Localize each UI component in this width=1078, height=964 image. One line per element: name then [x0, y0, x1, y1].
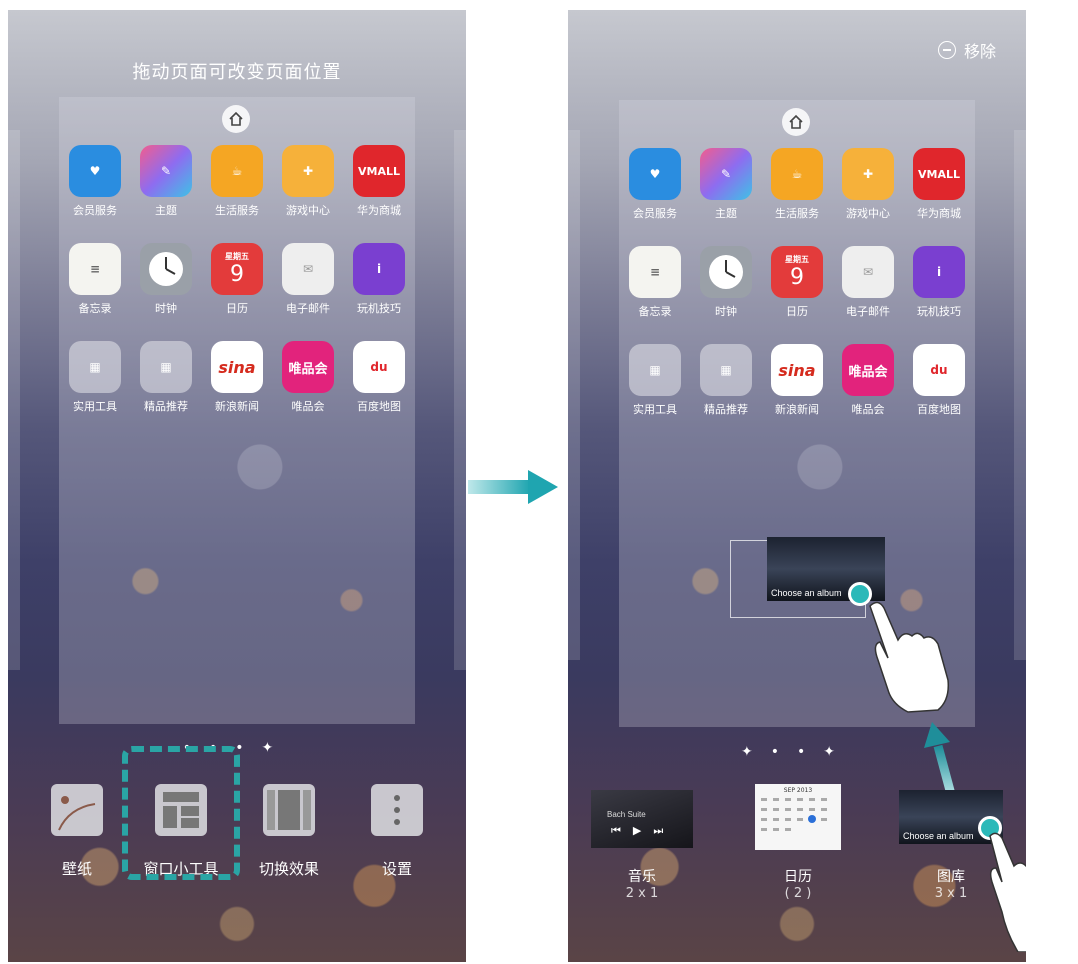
app-calendar[interactable]: 星期五 9 日历	[761, 246, 833, 319]
phone-screen-right: 移除 ♥ 会员服务 ✎ 主题 ☕ 生活服务 ✚ 游戏中心 VMALL 华为商城 ≡ 备忘录 …	[568, 10, 1026, 962]
prev-page-peek[interactable]	[8, 130, 20, 670]
app-calendar[interactable]: 星期五 9 日历	[201, 243, 273, 316]
transition-icon	[263, 784, 315, 836]
music-widget-preview: Bach Suite ⏮▶⏭	[591, 790, 693, 848]
brush-icon: ✎	[700, 148, 752, 200]
vmall-icon: VMALL	[913, 148, 965, 200]
folder-icon: ▦	[629, 344, 681, 396]
notepad-icon: ≡	[69, 243, 121, 295]
hand-pointer-icon	[869, 601, 950, 713]
sina-icon: sina	[211, 341, 263, 393]
app-vmall[interactable]: VMALL 华为商城	[343, 145, 415, 218]
folder-icon: ▦	[700, 344, 752, 396]
envelope-icon: ✉	[842, 246, 894, 298]
app-baidu-map[interactable]: du 百度地图	[343, 341, 415, 414]
vip-icon: 唯品会	[282, 341, 334, 393]
wallpaper-icon	[51, 784, 103, 836]
app-tips[interactable]: i 玩机技巧	[903, 246, 975, 319]
gamepad-icon: ✚	[842, 148, 894, 200]
app-recommend-folder[interactable]: ▦ 精品推荐	[690, 344, 762, 417]
app-life[interactable]: ☕ 生活服务	[201, 145, 273, 218]
more-dots-icon	[371, 784, 423, 836]
home-icon[interactable]	[782, 108, 810, 136]
settings-button[interactable]: 设置	[352, 784, 442, 879]
minus-circle-icon	[937, 41, 956, 59]
app-life[interactable]: ☕ 生活服务	[761, 148, 833, 221]
map-pin-icon: du	[353, 341, 405, 393]
remove-button[interactable]: 移除	[937, 38, 996, 62]
map-pin-icon: du	[913, 344, 965, 396]
folder-icon: ▦	[140, 341, 192, 393]
widgets-highlight	[122, 746, 240, 880]
app-vip[interactable]: 唯品会 唯品会	[832, 344, 904, 417]
app-memo[interactable]: ≡ 备忘录	[59, 243, 131, 316]
transition-effect-button[interactable]: 切换效果	[244, 784, 334, 879]
transition-arrow-icon	[468, 470, 558, 504]
app-sina[interactable]: sina 新浪新闻	[201, 341, 273, 414]
app-game[interactable]: ✚ 游戏中心	[272, 145, 344, 218]
app-vmall[interactable]: VMALL 华为商城	[903, 148, 975, 221]
app-member[interactable]: ♥ 会员服务	[59, 145, 131, 218]
calendar-icon: 星期五 9	[211, 243, 263, 295]
widget-drop-target[interactable]: Choose an album	[730, 537, 885, 618]
cup-icon: ☕	[771, 148, 823, 200]
app-game[interactable]: ✚ 游戏中心	[832, 148, 904, 221]
wallpaper-button[interactable]: 壁纸	[32, 784, 122, 879]
player-controls-icon: ⏮▶⏭	[611, 824, 676, 837]
prev-page-peek[interactable]	[568, 130, 580, 660]
app-recommend-folder[interactable]: ▦ 精品推荐	[130, 341, 202, 414]
heart-icon: ♥	[69, 145, 121, 197]
app-memo[interactable]: ≡ 备忘录	[619, 246, 691, 319]
app-vip[interactable]: 唯品会 唯品会	[272, 341, 344, 414]
home-page-card[interactable]: ♥ 会员服务 ✎ 主题 ☕ 生活服务 ✚ 游戏中心 VMALL 华为商城 ≡ 备忘录 时钟 …	[59, 97, 415, 724]
app-member[interactable]: ♥ 会员服务	[619, 148, 691, 221]
gamepad-icon: ✚	[282, 145, 334, 197]
brush-icon: ✎	[140, 145, 192, 197]
hand-pointer-icon	[989, 832, 1026, 952]
app-theme[interactable]: ✎ 主题	[130, 145, 202, 218]
folder-icon: ▦	[69, 341, 121, 393]
home-icon[interactable]	[222, 105, 250, 133]
clock-icon	[140, 243, 192, 295]
calendar-widget-preview: SEP 2013	[755, 784, 841, 850]
app-tools-folder[interactable]: ▦ 实用工具	[619, 344, 691, 417]
calendar-icon: 星期五 9	[771, 246, 823, 298]
tips-icon: i	[913, 246, 965, 298]
clock-icon	[700, 246, 752, 298]
sina-icon: sina	[771, 344, 823, 396]
notepad-icon: ≡	[629, 246, 681, 298]
calendar-grid-icon	[761, 798, 827, 831]
app-tips[interactable]: i 玩机技巧	[343, 243, 415, 316]
envelope-icon: ✉	[282, 243, 334, 295]
cup-icon: ☕	[211, 145, 263, 197]
app-clock[interactable]: 时钟	[690, 246, 762, 319]
vip-icon: 唯品会	[842, 344, 894, 396]
app-clock[interactable]: 时钟	[130, 243, 202, 316]
page-hint: 拖动页面可改变页面位置	[132, 62, 342, 83]
app-tools-folder[interactable]: ▦ 实用工具	[59, 341, 131, 414]
widget-calendar[interactable]: SEP 2013 日历 ( 2 )	[748, 784, 848, 901]
vmall-icon: VMALL	[353, 145, 405, 197]
app-email[interactable]: ✉ 电子邮件	[832, 246, 904, 319]
next-page-peek[interactable]	[454, 130, 466, 670]
app-baidu-map[interactable]: du 百度地图	[903, 344, 975, 417]
app-theme[interactable]: ✎ 主题	[690, 148, 762, 221]
heart-icon: ♥	[629, 148, 681, 200]
tips-icon: i	[353, 243, 405, 295]
app-email[interactable]: ✉ 电子邮件	[272, 243, 344, 316]
widget-music[interactable]: Bach Suite ⏮▶⏭ 音乐 2 x 1	[590, 790, 694, 901]
app-sina[interactable]: sina 新浪新闻	[761, 344, 833, 417]
next-page-peek[interactable]	[1014, 130, 1026, 660]
